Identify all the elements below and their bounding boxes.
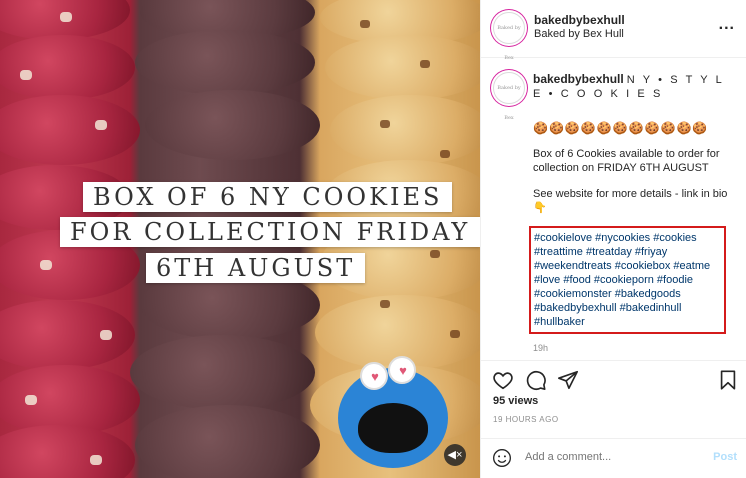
bookmark-icon[interactable]: [717, 369, 739, 391]
header-username[interactable]: bakedbybexhull: [534, 13, 625, 27]
monster-eye-icon: ♥: [388, 356, 416, 384]
caption-line-2: See website for more details - link in b…: [533, 188, 728, 214]
cookie: [145, 90, 320, 160]
like-heart-icon[interactable]: [492, 369, 514, 391]
comment-icon[interactable]: [525, 369, 547, 391]
cookie: [325, 35, 480, 100]
cookie: [330, 95, 480, 165]
post-image[interactable]: BOX OF 6 NY COOKIES FOR COLLECTION FRIDA…: [0, 0, 480, 478]
post-comment-button[interactable]: Post: [713, 451, 737, 463]
post-caption: bakedbybexhull N Y • S T Y L E • C O O K…: [529, 72, 738, 334]
caption-line-1: Box of 6 Cookies available to order for …: [533, 148, 720, 174]
header-location[interactable]: Baked by Bex Hull: [534, 28, 624, 40]
audio-muted-icon[interactable]: ◀×: [444, 444, 466, 466]
post-header: Baked by Bex bakedbybexhull Baked by Bex…: [481, 0, 746, 61]
view-count[interactable]: 95 views: [493, 395, 538, 407]
overlay-line-1: BOX OF 6 NY COOKIES: [83, 182, 453, 212]
caption-time: 19h: [533, 343, 549, 353]
cookie: [130, 335, 315, 410]
cookie: [0, 95, 140, 165]
comment-input[interactable]: [525, 451, 685, 463]
cookie: [135, 405, 320, 478]
post-timestamp: 19 HOURS AGO: [493, 415, 559, 424]
cookie: [135, 30, 315, 95]
hashtags-highlighted[interactable]: #cookielove #nycookies #cookies #treatti…: [529, 226, 726, 334]
caption-avatar[interactable]: Baked by Bex: [493, 72, 525, 121]
cookie: [0, 425, 135, 478]
comment-bar: Post: [481, 438, 746, 478]
emoji-smile-icon[interactable]: [492, 448, 512, 468]
overlay-line-3: 6TH AUGUST: [146, 253, 366, 283]
cookie-monster-sticker: ♥ ♥: [338, 356, 448, 468]
cookie: [0, 300, 135, 370]
action-bar: [481, 360, 746, 400]
post-details-panel: Baked by Bex bakedbybexhull Baked by Bex…: [480, 0, 746, 478]
avatar[interactable]: Baked by Bex: [493, 12, 525, 61]
share-icon[interactable]: [557, 369, 579, 391]
more-options-icon[interactable]: ...: [719, 16, 735, 34]
cookie-emojis: 🍪🍪🍪🍪🍪🍪🍪🍪🍪🍪🍪: [533, 121, 709, 135]
monster-mouth: [358, 403, 428, 453]
cookie: [0, 35, 135, 100]
overlay-line-2: FOR COLLECTION FRIDAY: [60, 217, 480, 247]
monster-eye-icon: ♥: [360, 362, 388, 390]
caption-username[interactable]: bakedbybexhull: [533, 72, 624, 86]
